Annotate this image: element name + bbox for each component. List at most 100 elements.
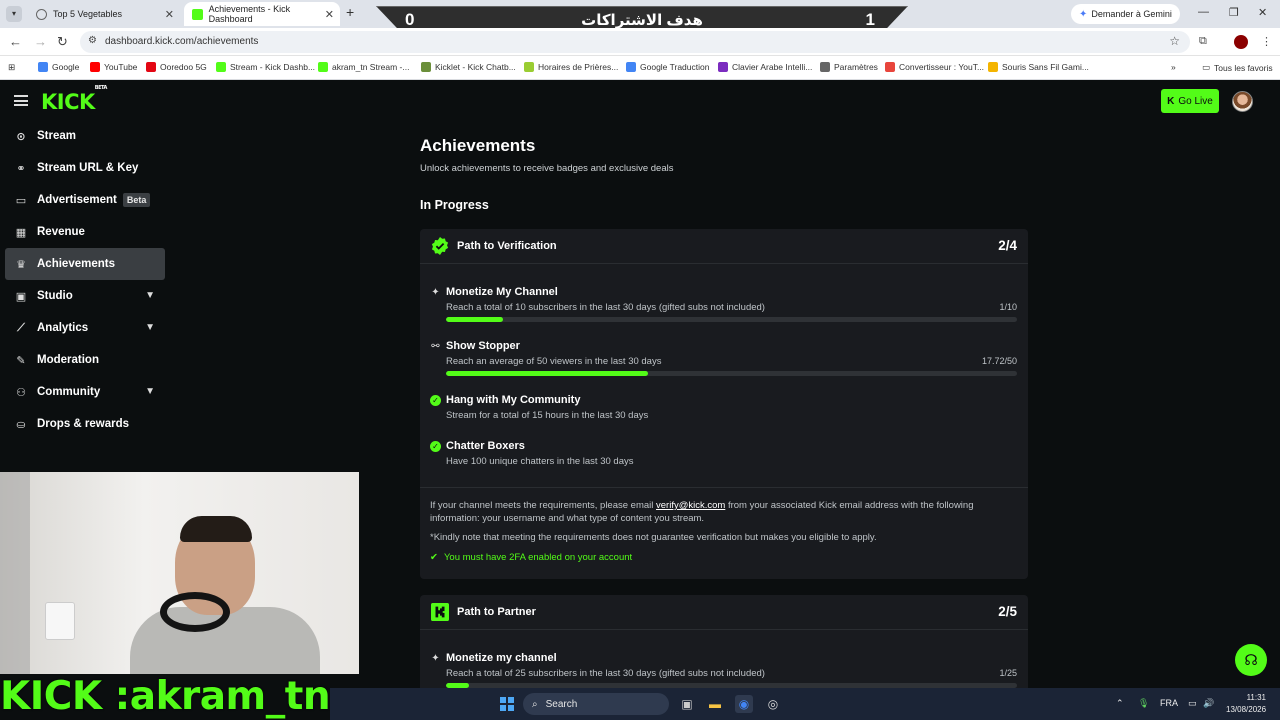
instructions-before: If your channel meets the requirements, … [430,500,657,511]
sidebar-item-moderation[interactable]: ✎ Moderation [5,344,165,376]
sparkle-icon: ✦ [431,653,440,664]
minimize-window-icon[interactable]: — [1198,6,1209,18]
chevron-down-icon[interactable]: ▼ [145,322,155,333]
sidebar-item-revenue[interactable]: ▦ Revenue [5,216,165,248]
back-arrow-icon[interactable]: ← [9,34,22,49]
apps-grid-icon[interactable]: ⊞ [8,62,15,73]
tray-expand-icon[interactable]: ⌃ [1116,698,1124,709]
sidebar-item-label: Moderation [37,354,99,366]
chart-icon: ▦ [15,226,27,239]
close-tab-icon[interactable]: ✕ [165,8,174,21]
users-icon: ⚇ [16,386,26,399]
windows-start-icon[interactable] [500,697,514,711]
bookmark-akram-stream[interactable]: akram_tn Stream -... [318,62,409,72]
broadcast-icon: ⊙ [16,130,26,143]
gemini-label: Demander à Gemini [1091,9,1172,19]
hamburger-menu-icon[interactable] [14,95,28,106]
check-circle-icon: ✓ [430,395,441,406]
bookmark-mouse[interactable]: Souris Sans Fil Gami... [988,62,1089,72]
translate-icon [626,62,636,72]
address-toolbar: ← → ↻ ⚙ dashboard.kick.com/achievements … [0,28,1280,56]
sidebar-item-achievements[interactable]: ♛ Achievements [5,248,165,280]
new-tab-button[interactable]: + [346,4,354,20]
sidebar-item-label: Revenue [37,226,85,238]
bookmark-label: Convertisseur : YouT... [899,62,985,72]
sidebar-item-stream-url-key[interactable]: ⚭ Stream URL & Key [5,152,165,184]
section-title-in-progress: In Progress [420,198,489,212]
microphone-icon[interactable]: 🎙 [1138,698,1149,709]
go-live-label: Go Live [1178,95,1213,107]
sidebar-item-advertisement[interactable]: ▭ Advertisement Beta [5,184,165,216]
browser-tab-vegetables[interactable]: Top 5 Vegetables ✕ [28,2,180,26]
menu-kebab-icon[interactable]: ⋮ [1261,35,1272,48]
chrome-icon[interactable]: ◉ [735,695,753,713]
bookmark-kicklet[interactable]: Kicklet - Kick Chatb... [421,62,516,72]
task-description: Reach a total of 25 subscribers in the l… [446,668,765,679]
browser-tab-achievements[interactable]: Achievements - Kick Dashboard ✕ [184,2,340,26]
kick-k-icon: K [1167,95,1175,107]
gift-icon: ⛀ [16,418,26,431]
task-description: Reach a total of 10 subscribers in the l… [446,302,765,313]
bookmark-label: Kicklet - Kick Chatb... [435,62,516,72]
file-explorer-icon[interactable]: ▬ [706,695,724,713]
task-view-icon[interactable]: ▣ [678,695,696,713]
disclaimer-text: *Kindly note that meeting the requiremen… [430,532,877,543]
restore-window-icon[interactable]: ❐ [1229,6,1239,19]
webcam-shadow [0,472,30,674]
bookmark-ooredoo[interactable]: Ooredoo 5G [146,62,207,72]
window-icon: ▭ [15,194,27,207]
taskbar-clock[interactable]: 11:31 13/08/2026 [1226,692,1266,716]
wrench-icon: ✎ [16,354,26,367]
bookmark-prayer-times[interactable]: Horaires de Prières... [524,62,618,72]
bookmark-star-icon[interactable]: ☆ [1169,34,1180,48]
language-indicator[interactable]: FRA [1160,698,1178,708]
sidebar-item-drops-rewards[interactable]: ⛀ Drops & rewards [5,408,165,440]
chevron-down-icon[interactable]: ▼ [145,386,155,397]
kick-logo[interactable]: KICKBETA [41,85,107,114]
sidebar-item-community[interactable]: ⚇ Community ▼ [5,376,165,408]
checkmark-icon: ✔ [430,552,438,563]
twofa-requirement: ✔ You must have 2FA enabled on your acco… [430,552,632,563]
sidebar-item-studio[interactable]: ▣ Studio ▼ [5,280,165,312]
search-icon: ⌕ [532,698,538,710]
tab-search-button[interactable]: ▾ [6,6,22,22]
bookmark-youtube[interactable]: YouTube [90,62,137,72]
bookmark-settings[interactable]: Paramètres [820,62,878,72]
card-progress-count: 2/5 [998,604,1017,619]
obs-icon[interactable]: ◎ [764,695,782,713]
profile-avatar-icon[interactable] [1234,35,1248,49]
sidebar-item-stream[interactable]: ⊙ Stream [5,120,165,152]
volume-icon[interactable]: 🔊 [1203,698,1214,709]
webcam-person-hair [180,516,252,542]
beta-badge: Beta [122,193,151,207]
bookmark-youtube-converter[interactable]: Convertisseur : YouT... [885,62,984,72]
card-title: Path to Partner [457,606,536,618]
user-avatar[interactable] [1232,91,1253,112]
task-description: Stream for a total of 15 hours in the la… [446,410,649,421]
close-tab-icon[interactable]: ✕ [325,8,334,21]
more-bookmarks-icon[interactable]: » [1171,62,1176,72]
verify-email-link[interactable]: verify@kick.com [656,500,725,511]
forward-arrow-icon[interactable]: → [34,34,47,49]
bookmark-arabic-keyboard[interactable]: Clavier Arabe Intelli... [718,62,812,72]
url-bar[interactable]: ⚙ dashboard.kick.com/achievements ☆ [80,31,1190,53]
sidebar-item-label: Community [37,386,101,398]
bookmark-google[interactable]: Google [38,62,79,72]
sidebar-item-label: Studio [37,290,73,302]
reload-icon[interactable]: ↻ [57,34,68,50]
support-chat-button[interactable]: ☊ [1235,644,1267,676]
go-live-button[interactable]: K Go Live [1161,89,1219,113]
bookmark-kick-dashboard[interactable]: Stream - Kick Dashb... [216,62,315,72]
chevron-down-icon[interactable]: ▼ [145,290,155,301]
ooredoo-icon [146,62,156,72]
gemini-button[interactable]: ✦ Demander à Gemini [1071,4,1180,24]
sidebar-item-analytics[interactable]: ⟋ Analytics ▼ [5,312,165,344]
check-circle-icon: ✓ [430,441,441,452]
close-window-icon[interactable]: ✕ [1258,6,1267,19]
network-icon[interactable]: ▭ [1188,698,1197,709]
taskbar-search[interactable]: ⌕ Search [523,693,669,715]
all-bookmarks-folder[interactable]: ▭ Tous les favoris [1202,62,1273,73]
bookmark-google-translate[interactable]: Google Traduction [626,62,709,72]
extensions-icon[interactable]: ⧉ [1199,35,1207,48]
site-info-icon[interactable]: ⚙ [88,35,97,46]
